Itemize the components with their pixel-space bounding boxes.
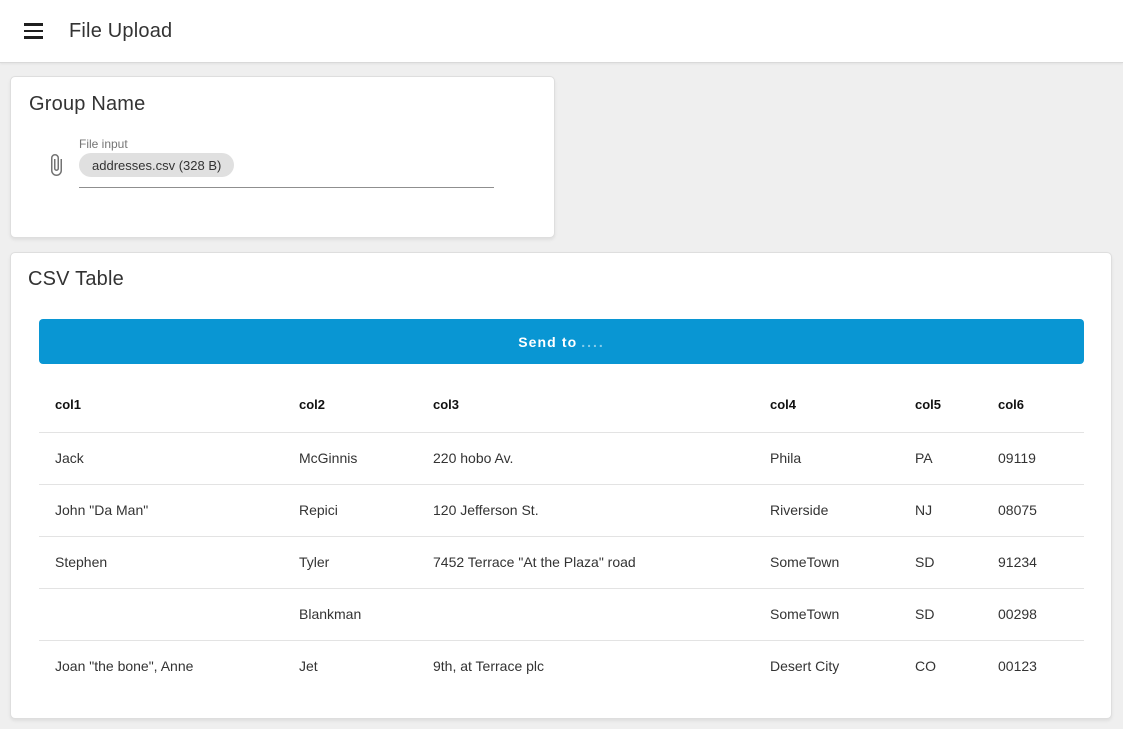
table-cell: SomeTown <box>754 588 899 640</box>
send-to-button-dots: .... <box>581 334 605 350</box>
table-header-cell: col6 <box>982 377 1084 432</box>
table-cell: Stephen <box>39 536 283 588</box>
file-input-label: File input <box>79 137 128 151</box>
table-cell: 220 hobo Av. <box>417 432 754 484</box>
table-row: JackMcGinnis220 hobo Av.PhilaPA09119 <box>39 432 1084 484</box>
table-cell: SD <box>899 536 982 588</box>
table-cell: Riverside <box>754 484 899 536</box>
table-cell: Joan "the bone", Anne <box>39 640 283 692</box>
table-header-cell: col2 <box>283 377 417 432</box>
table-cell: SD <box>899 588 982 640</box>
paperclip-icon[interactable] <box>44 150 68 180</box>
table-cell: Jet <box>283 640 417 692</box>
table-cell: Jack <box>39 432 283 484</box>
table-header-cell: col4 <box>754 377 899 432</box>
csv-table-card-title: CSV Table <box>28 268 124 291</box>
table-header-cell: col1 <box>39 377 283 432</box>
table-cell: McGinnis <box>283 432 417 484</box>
hamburger-menu-icon[interactable] <box>13 11 53 51</box>
table-cell: CO <box>899 640 982 692</box>
table-cell: 91234 <box>982 536 1084 588</box>
csv-data-table: col1col2col3col4col5col6 JackMcGinnis220… <box>39 377 1084 692</box>
table-cell: 00298 <box>982 588 1084 640</box>
table-cell: 09119 <box>982 432 1084 484</box>
table-cell: Blankman <box>283 588 417 640</box>
table-cell <box>39 588 283 640</box>
table-header-cell: col3 <box>417 377 754 432</box>
table-cell: 00123 <box>982 640 1084 692</box>
table-cell: 08075 <box>982 484 1084 536</box>
table-cell: Repici <box>283 484 417 536</box>
table-body: JackMcGinnis220 hobo Av.PhilaPA09119John… <box>39 432 1084 692</box>
table-cell: Desert City <box>754 640 899 692</box>
group-name-card: Group Name File input addresses.csv (328… <box>10 76 555 238</box>
table-cell: 7452 Terrace "At the Plaza" road <box>417 536 754 588</box>
file-chip[interactable]: addresses.csv (328 B) <box>79 153 234 177</box>
app-bar: File Upload <box>0 0 1123 63</box>
table-cell: SomeTown <box>754 536 899 588</box>
csv-table-card: CSV Table Send to .... col1col2col3col4c… <box>10 252 1112 719</box>
app-title: File Upload <box>69 20 172 43</box>
table-head-row: col1col2col3col4col5col6 <box>39 377 1084 432</box>
table-row: StephenTyler7452 Terrace "At the Plaza" … <box>39 536 1084 588</box>
send-to-button-label: Send to <box>518 334 577 350</box>
table-row: Blankman SomeTownSD00298 <box>39 588 1084 640</box>
file-input-underline[interactable] <box>79 187 494 188</box>
table-header-cell: col5 <box>899 377 982 432</box>
page: File Upload Group Name File input addres… <box>0 0 1123 729</box>
table-cell: 120 Jefferson St. <box>417 484 754 536</box>
table-cell <box>417 588 754 640</box>
send-to-button[interactable]: Send to .... <box>39 319 1084 364</box>
table-row: John "Da Man"Repici120 Jefferson St.Rive… <box>39 484 1084 536</box>
table-cell: 9th, at Terrace plc <box>417 640 754 692</box>
table-cell: NJ <box>899 484 982 536</box>
table-cell: Tyler <box>283 536 417 588</box>
table-cell: PA <box>899 432 982 484</box>
table-row: Joan "the bone", AnneJet9th, at Terrace … <box>39 640 1084 692</box>
group-name-card-title: Group Name <box>29 93 146 116</box>
table-cell: Phila <box>754 432 899 484</box>
table-cell: John "Da Man" <box>39 484 283 536</box>
